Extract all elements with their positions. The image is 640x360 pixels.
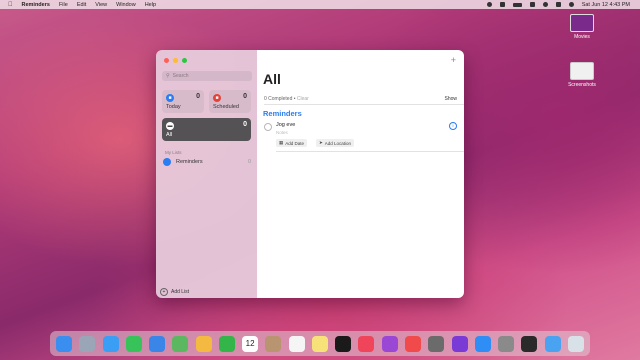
reminder-notes-input[interactable]: Notes	[276, 130, 288, 135]
clear-button[interactable]: Clear	[297, 96, 309, 102]
apple-menu-icon[interactable]: 	[8, 2, 13, 8]
dock-app-settings-alt[interactable]	[428, 335, 445, 352]
dock-app-photos[interactable]	[195, 335, 212, 352]
smart-list-count: 0	[196, 93, 200, 100]
battery-icon[interactable]	[512, 2, 522, 7]
menu-bar:  Reminders File Edit View Window Help S…	[0, 0, 640, 9]
dock-app-feedback[interactable]	[451, 335, 468, 352]
dock-app-news[interactable]	[404, 335, 421, 352]
dock-app-music[interactable]	[358, 335, 375, 352]
add-list-button[interactable]: + Add List	[160, 288, 189, 296]
minimize-button[interactable]	[173, 58, 178, 63]
smart-list-label: All	[166, 132, 173, 138]
dock-app-safari[interactable]	[102, 335, 119, 352]
tray-icon: ▬	[166, 122, 174, 130]
info-icon[interactable]: i	[449, 122, 457, 130]
menu-file[interactable]: File	[59, 2, 68, 8]
reminder-checkbox[interactable]	[264, 123, 272, 131]
completed-count: 0 Completed	[264, 96, 293, 102]
calendar-clock-icon: ■	[213, 94, 221, 102]
search-placeholder: Search	[172, 73, 189, 79]
add-date-button[interactable]: ▦ Add Date	[276, 139, 308, 147]
divider	[276, 151, 464, 152]
close-button[interactable]	[164, 58, 169, 63]
menu-help[interactable]: Help	[145, 2, 156, 8]
reminder-title-input[interactable]: Jog eve	[276, 122, 295, 128]
smart-list-label: Scheduled	[213, 104, 239, 110]
dock-app-preview[interactable]	[498, 335, 515, 352]
smart-list-scheduled[interactable]: ■ Scheduled 0	[209, 90, 251, 113]
calendar-small-icon: ▦	[279, 140, 284, 145]
add-date-label: Add Date	[285, 140, 305, 146]
desktop-icon-label: Screenshots	[568, 82, 596, 88]
dock-app-mail[interactable]	[149, 335, 166, 352]
sidebar-item-reminders[interactable]: Reminders 0	[163, 157, 251, 167]
record-icon[interactable]	[486, 2, 492, 7]
add-location-label: Add Location	[324, 140, 352, 146]
magnifier-icon: ⚲	[166, 73, 170, 79]
app-menu[interactable]: Reminders	[22, 2, 50, 8]
location-arrow-icon: ➤	[319, 140, 323, 145]
desktop-icon-movies[interactable]: Movies	[558, 14, 606, 40]
list-label: Reminders	[176, 159, 203, 165]
smart-list-today[interactable]: ■ Today 0	[162, 90, 204, 113]
sidebar: ⚲ Search ■ Today 0 ■ Scheduled 0 ▬ All 0…	[156, 50, 257, 298]
dock-app-finder[interactable]	[56, 335, 72, 352]
list-bullet-icon	[163, 158, 171, 166]
search-icon[interactable]	[542, 2, 548, 7]
folder-icon	[570, 62, 594, 80]
calendar-day: 12	[245, 339, 255, 348]
main-pane: + All 0 Completed • Clear Show Reminders…	[257, 50, 464, 298]
add-list-label: Add List	[171, 289, 190, 295]
dock-app-calendar[interactable]: 12	[242, 335, 259, 352]
wifi-icon[interactable]	[529, 2, 535, 7]
folder-icon	[570, 14, 594, 32]
menu-clock[interactable]: Sat Jun 12 4:43 PM	[582, 2, 630, 8]
show-completed-button[interactable]: Show	[444, 96, 457, 102]
dock-app-tv[interactable]	[335, 335, 352, 352]
desktop-icon-label: Movies	[574, 34, 590, 40]
plus-circle-icon: +	[160, 288, 168, 296]
window-controls	[164, 58, 187, 63]
bluetooth-icon[interactable]	[499, 2, 505, 7]
search-field[interactable]: ⚲ Search	[162, 71, 252, 81]
dock-app-trash[interactable]	[567, 335, 584, 352]
my-lists-header: My Lists	[165, 150, 182, 155]
divider	[264, 104, 464, 105]
siri-icon[interactable]	[568, 2, 574, 7]
dock-app-downloads[interactable]	[544, 335, 561, 352]
dock-app-app-store[interactable]	[474, 335, 491, 352]
smart-list-count: 0	[243, 121, 247, 128]
zoom-button[interactable]	[182, 58, 187, 63]
calendar-icon: ■	[166, 94, 174, 102]
dock-app-maps[interactable]	[172, 335, 189, 352]
control-center-icon[interactable]	[555, 2, 561, 7]
add-location-button[interactable]: ➤ Add Location	[316, 139, 355, 147]
dock-app-notes[interactable]	[311, 335, 328, 352]
dock-app-facetime[interactable]	[218, 335, 235, 352]
dock-app-messages[interactable]	[125, 335, 142, 352]
reminders-window: ⚲ Search ■ Today 0 ■ Scheduled 0 ▬ All 0…	[156, 50, 464, 298]
menu-edit[interactable]: Edit	[77, 2, 86, 8]
dock-app-podcasts[interactable]	[381, 335, 398, 352]
smart-list-count: 0	[243, 93, 247, 100]
completed-status: 0 Completed • Clear	[264, 96, 309, 102]
dock-app-activity-monitor[interactable]	[521, 335, 538, 352]
list-count: 0	[247, 159, 251, 165]
smart-list-label: Today	[166, 104, 181, 110]
desktop-icon-screenshots[interactable]: Screenshots	[558, 62, 606, 88]
dock-app-contacts[interactable]	[265, 335, 282, 352]
dock: 12	[50, 331, 590, 356]
smart-list-all[interactable]: ▬ All 0	[162, 118, 251, 141]
dock-app-launchpad[interactable]	[79, 335, 96, 352]
menu-window[interactable]: Window	[116, 2, 136, 8]
add-reminder-button[interactable]: +	[451, 55, 456, 65]
section-title: Reminders	[263, 109, 302, 118]
menu-view[interactable]: View	[95, 2, 107, 8]
dock-app-reminders[interactable]	[288, 335, 305, 352]
page-title: All	[263, 71, 281, 87]
